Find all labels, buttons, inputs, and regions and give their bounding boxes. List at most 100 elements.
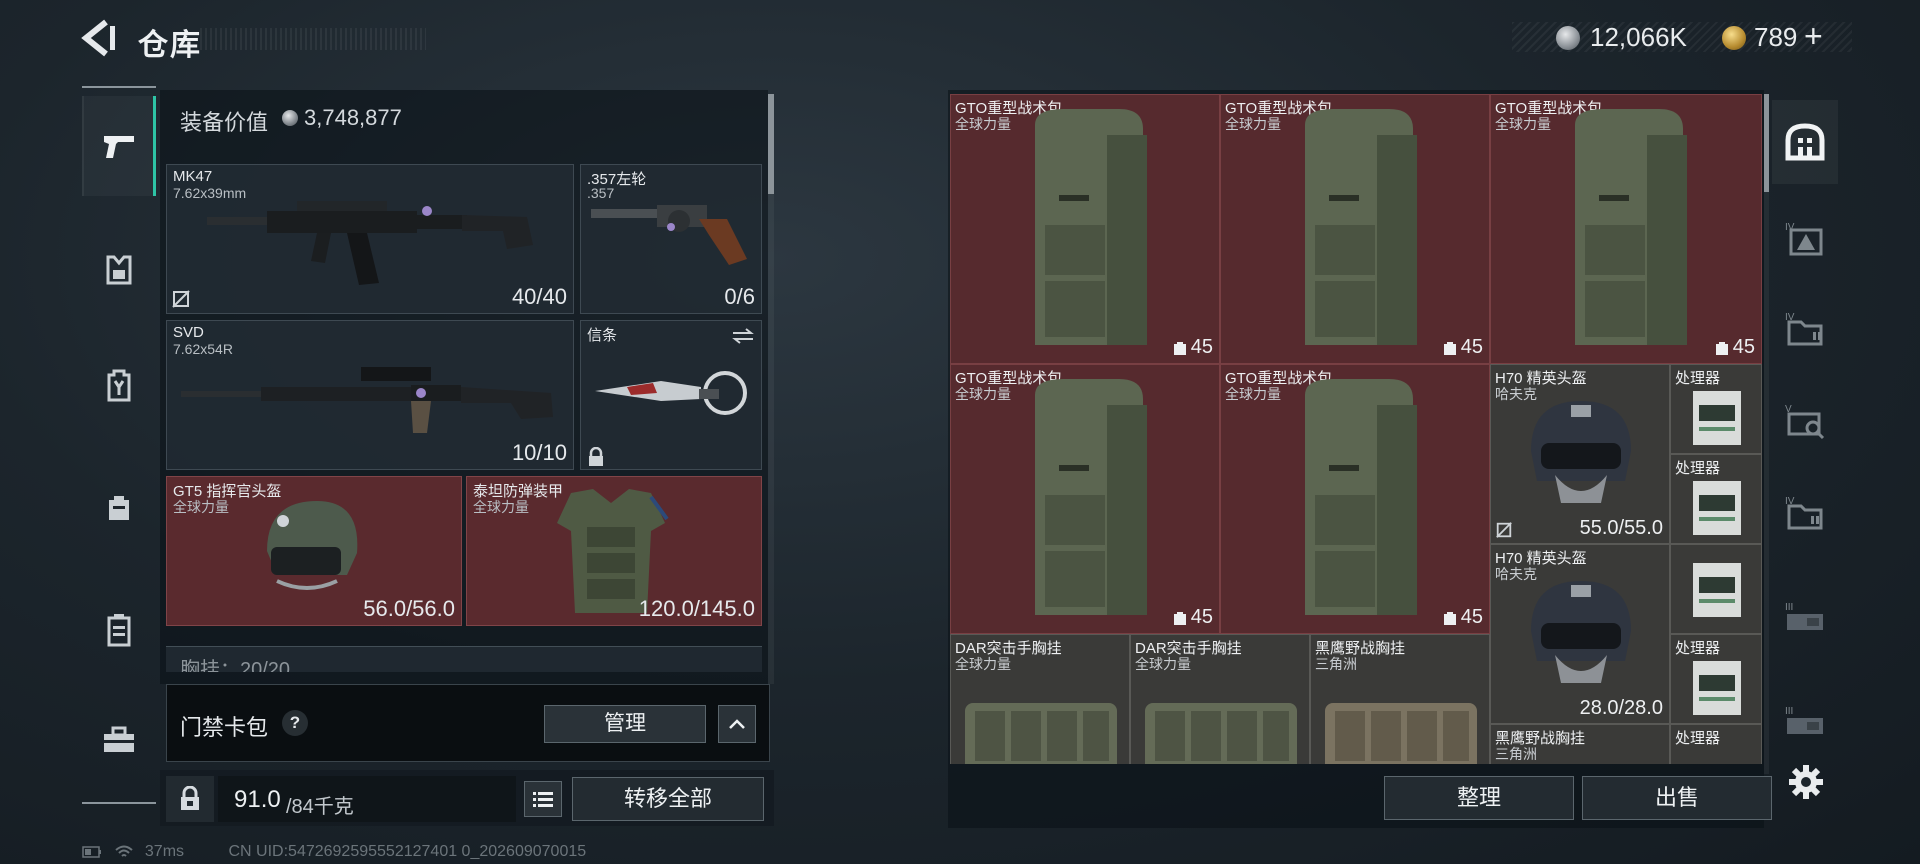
chest-rig-icon (965, 703, 1117, 764)
slot-body-armor[interactable]: 泰坦防弹装甲 全球力量 120.0/145.0 (466, 476, 762, 626)
toolbox-icon (104, 726, 134, 752)
bag-capacity-icon (1443, 341, 1456, 355)
equipment-scroll-thumb[interactable] (768, 94, 774, 194)
rail-item-pouch[interactable] (82, 458, 156, 558)
silver-coin-icon (1556, 26, 1580, 50)
storage-item[interactable]: 处理器 (1670, 724, 1762, 764)
armor-vest-icon (106, 255, 132, 285)
storage-item[interactable]: 处理器 (1670, 634, 1762, 724)
right-rail-tab-3[interactable]: V (1772, 378, 1838, 462)
chest-rig-icon (1325, 703, 1477, 764)
title-decoration (200, 28, 426, 50)
slot-item-faction: 全球力量 (473, 499, 529, 515)
collapse-button[interactable] (718, 705, 756, 743)
item-faction: 全球力量 (1135, 656, 1191, 672)
storage-item[interactable]: GTO重型战术包 全球力量 45 (1220, 364, 1490, 634)
sort-button[interactable]: 整理 (1384, 776, 1574, 820)
no-insure-icon (1496, 522, 1512, 538)
item-faction: 全球力量 (1495, 116, 1551, 132)
bag-capacity-icon (1715, 341, 1728, 355)
storage-scroll-thumb[interactable] (1764, 94, 1769, 192)
storage-item[interactable]: GTO重型战术包 全球力量 45 (1490, 94, 1762, 364)
processor-icon (1693, 661, 1741, 715)
battery-icon (82, 846, 101, 858)
tactical-helmet-icon (1531, 581, 1631, 683)
list-view-button[interactable] (524, 781, 562, 817)
rail-item-toolbox[interactable] (82, 690, 156, 790)
home-base-icon (1785, 123, 1825, 161)
slot-melee[interactable]: 信条 (580, 320, 762, 470)
chevron-up-icon (729, 719, 745, 729)
capacity-value: 45 (1190, 606, 1213, 628)
durability-count: 28.0/28.0 (1579, 697, 1663, 719)
storage-item[interactable]: 黑鹰野战胸挂 三角洲 (1490, 724, 1670, 764)
revolver-icon (591, 205, 747, 265)
sell-button[interactable]: 出售 (1582, 776, 1772, 820)
right-rail-tab-5[interactable]: III (1772, 576, 1838, 660)
transfer-all-button[interactable]: 转移全部 (572, 777, 764, 821)
gold-coin-icon (1722, 26, 1746, 50)
storage-item[interactable]: DAR突击手胸挂 全球力量 (1130, 634, 1310, 764)
item-name: 处理器 (1675, 730, 1721, 747)
durability-count: 55.0/55.0 (1579, 517, 1663, 539)
helmet-icon (267, 501, 358, 590)
pistol-icon (103, 136, 134, 158)
storage-item[interactable]: H70 精英头盔 哈夫克 55.0/55.0 (1490, 364, 1670, 544)
rail-item-backpack[interactable] (82, 336, 156, 436)
back-button[interactable] (80, 18, 116, 58)
rail-item-container[interactable] (82, 580, 156, 680)
keycard-help-button[interactable]: ? (282, 710, 308, 736)
tab-iv-folder-icon: IV (1785, 312, 1823, 346)
storage-item[interactable]: 处理器 (1670, 454, 1762, 544)
slot-primary-weapon-2[interactable]: SVD 7.62x54R 10/10 (166, 320, 574, 470)
storage-item[interactable]: 处理器 (1670, 364, 1762, 454)
ammo-count: 0/6 (724, 284, 755, 309)
capacity-value: 45 (1190, 336, 1213, 358)
right-rail-tab-4[interactable]: IV (1772, 470, 1838, 554)
lock-icon (589, 447, 603, 466)
processor-icon (1693, 563, 1741, 617)
storage-item[interactable]: H70 精英头盔 哈夫克 28.0/28.0 (1490, 544, 1670, 724)
storage-item[interactable]: GTO重型战术包 全球力量 45 (950, 364, 1220, 634)
chest-rig-row[interactable]: 胸挂：20/20 (166, 646, 762, 672)
slot-item-faction: 全球力量 (173, 499, 229, 515)
processor-icon (1693, 481, 1741, 535)
storage-scrollbar[interactable] (1764, 94, 1769, 774)
settings-button[interactable] (1784, 760, 1828, 804)
tab-iii-case-icon: III (1785, 602, 1823, 630)
right-rail-tab-1[interactable]: IV (1772, 196, 1838, 280)
right-rail-tab-2[interactable]: IV (1772, 286, 1838, 370)
equipment-value-label: 装备价值 (180, 110, 269, 135)
capacity-badge: 45 (1173, 336, 1213, 359)
capacity-badge: 45 (1443, 336, 1483, 359)
slot-primary-weapon-1[interactable]: MK47 7.62x39mm 40/40 (166, 164, 574, 314)
tactical-backpack-icon (1305, 379, 1417, 615)
storage-item[interactable]: GTO重型战术包 全球力量 45 (1220, 94, 1490, 364)
storage-item[interactable]: DAR突击手胸挂 全球力量 (950, 634, 1130, 764)
item-faction: 全球力量 (1225, 386, 1281, 402)
lock-button[interactable] (166, 776, 214, 822)
rail-bottom-divider (82, 802, 156, 804)
right-rail-tab-6[interactable]: III (1772, 680, 1838, 764)
storage-item[interactable]: 黑鹰野战胸挂 三角洲 (1310, 634, 1490, 764)
swap-icon[interactable] (731, 327, 755, 345)
container-icon (107, 614, 131, 647)
rail-item-armor[interactable] (82, 220, 156, 320)
back-arrow-icon (81, 19, 115, 57)
slot-helmet[interactable]: GT5 指挥官头盔 全球力量 56.0/56.0 (166, 476, 462, 626)
manage-button[interactable]: 管理 (544, 705, 706, 743)
storage-item[interactable] (1670, 544, 1762, 634)
rail-item-weapons[interactable] (82, 96, 156, 196)
assault-rifle-icon (207, 201, 533, 285)
item-name: 处理器 (1675, 640, 1721, 657)
item-faction: 全球力量 (1225, 116, 1281, 132)
equipment-category-rail (82, 86, 156, 806)
add-currency-button[interactable]: + (1804, 18, 1823, 55)
weight-max: /84千克 (286, 796, 354, 818)
slot-sidearm[interactable]: .357左轮 .357 0/6 (580, 164, 762, 314)
capacity-badge: 45 (1715, 336, 1755, 359)
right-rail-home[interactable] (1772, 100, 1838, 184)
storage-item[interactable]: GTO重型战术包 全球力量 45 (950, 94, 1220, 364)
item-faction: 全球力量 (955, 386, 1011, 402)
svg-text:III: III (1785, 602, 1793, 613)
